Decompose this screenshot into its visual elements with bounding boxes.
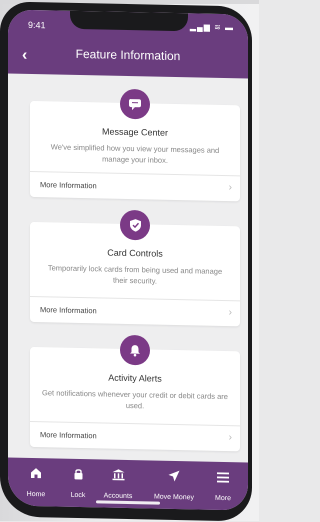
tab-accounts[interactable]: Accounts [98, 467, 138, 503]
more-information-link[interactable]: More Information › [30, 171, 240, 201]
menu-icon [208, 470, 238, 485]
more-information-label: More Information [40, 180, 97, 191]
chat-bubble-icon [120, 88, 150, 120]
chevron-right-icon: › [228, 307, 232, 319]
phone-screen: 9:41 ▂▄▆ ≋ ▬ ‹ Feature Information Messa… [8, 9, 248, 511]
bell-icon [120, 334, 150, 366]
more-information-label: More Information [40, 305, 97, 316]
feature-card-message-center: Message Center We've simplified how you … [30, 88, 240, 202]
feature-title: Message Center [101, 126, 169, 138]
feature-description: Temporarily lock cards from being used a… [47, 263, 223, 286]
tab-label: More [215, 494, 231, 503]
feature-title: Card Controls [107, 247, 163, 259]
tab-label: Lock [70, 491, 86, 500]
feature-title: Activity Alerts [108, 372, 162, 384]
home-icon [20, 466, 52, 481]
tab-home[interactable]: Home [20, 466, 52, 502]
bank-icon [98, 467, 138, 482]
status-icons: ▂▄▆ ≋ ▬ [189, 22, 234, 33]
chevron-right-icon: › [228, 182, 232, 194]
more-information-label: More Information [40, 430, 97, 441]
more-information-link[interactable]: More Information › [30, 421, 240, 451]
feature-card-card-controls: Card Controls Temporarily lock cards fro… [30, 209, 240, 327]
feature-description: Get notifications whenever your credit o… [42, 388, 228, 411]
status-time: 9:41 [28, 19, 46, 31]
lock-icon [62, 467, 94, 482]
shield-check-icon [120, 209, 150, 241]
tab-label: Home [26, 490, 46, 499]
chevron-right-icon: › [228, 432, 232, 444]
tab-label: Accounts [103, 492, 133, 501]
feature-description: We've simplified how you view your messa… [50, 142, 220, 165]
tab-more[interactable]: More [208, 470, 238, 506]
phone-mockup: 9:41 ▂▄▆ ≋ ▬ ‹ Feature Information Messa… [0, 1, 259, 522]
app-header: 9:41 ▂▄▆ ≋ ▬ ‹ Feature Information [8, 9, 248, 79]
tab-move-money[interactable]: Move Money [148, 468, 200, 504]
tab-label: Move Money [153, 493, 195, 502]
feature-card-activity-alerts: Activity Alerts Get notifications whenev… [30, 334, 240, 452]
page-title: Feature Information [75, 46, 181, 64]
tab-lock[interactable]: Lock [62, 467, 94, 503]
send-arrow-icon [148, 468, 200, 483]
phone-notch [70, 10, 188, 32]
more-information-link[interactable]: More Information › [30, 296, 240, 326]
